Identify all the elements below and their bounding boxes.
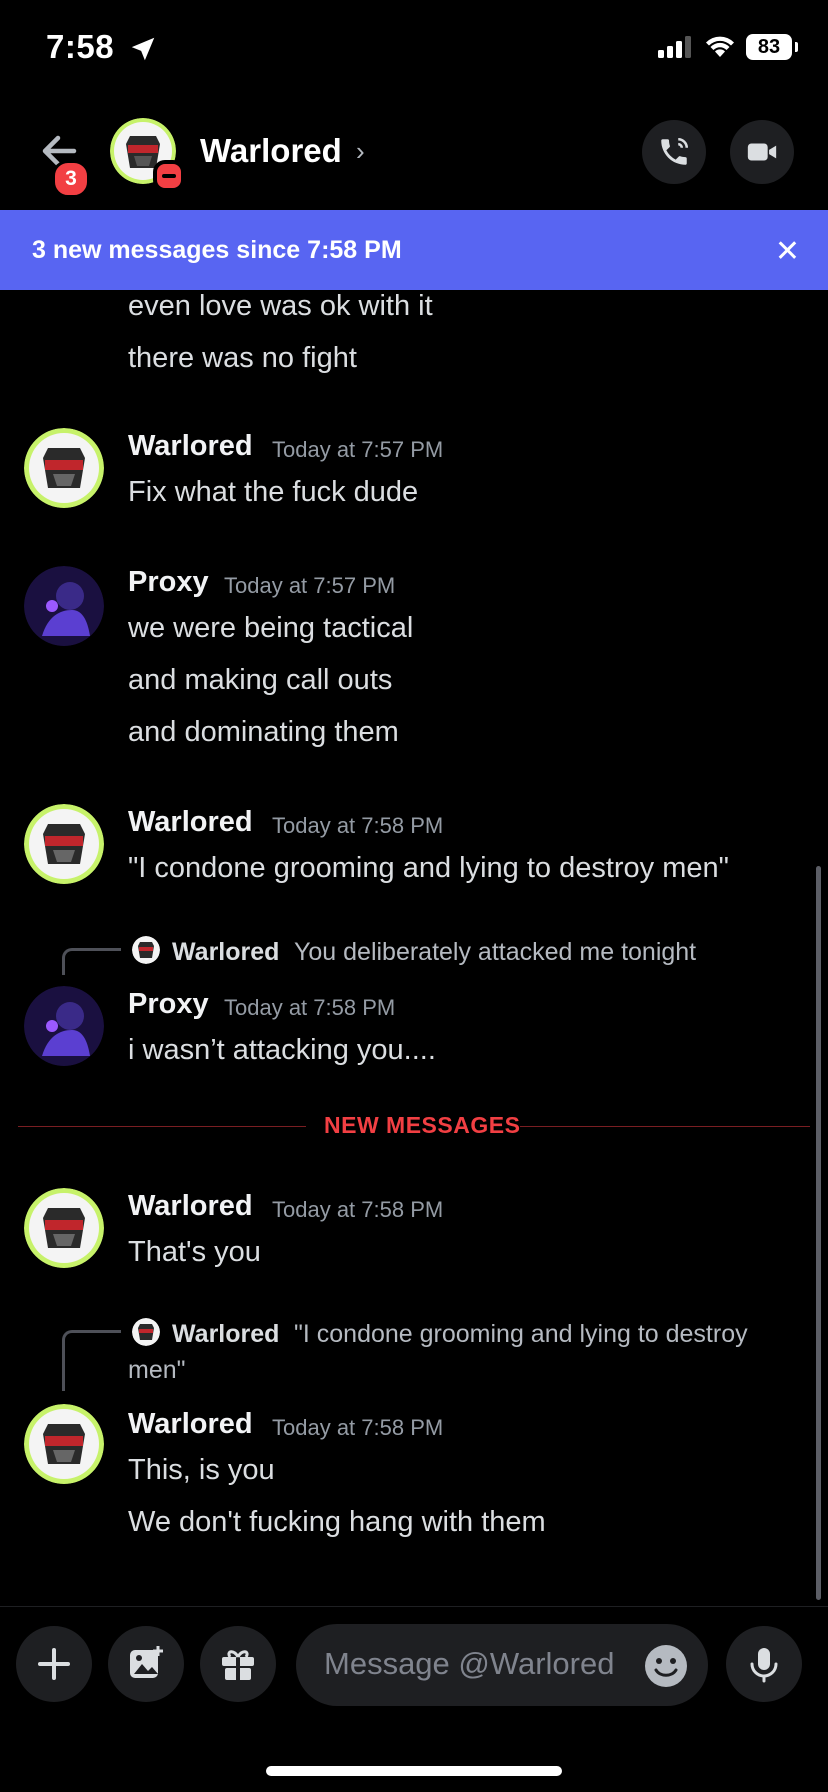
avatar[interactable] bbox=[24, 986, 104, 1066]
message-author[interactable]: Warlored bbox=[128, 430, 253, 463]
new-messages-divider bbox=[520, 1126, 810, 1127]
new-messages-label: NEW MESSAGES bbox=[324, 1112, 521, 1138]
image-icon bbox=[130, 1646, 163, 1678]
battery-indicator: 83 bbox=[746, 34, 798, 60]
message-author[interactable]: Proxy bbox=[128, 988, 209, 1021]
add-button[interactable] bbox=[16, 1626, 92, 1702]
message-timestamp: Today at 7:58 PM bbox=[224, 995, 396, 1020]
message-timestamp: Today at 7:57 PM bbox=[272, 437, 444, 462]
message-line: even love was ok with it bbox=[128, 290, 433, 322]
reply-connector bbox=[62, 1330, 121, 1391]
message-author[interactable]: Proxy bbox=[128, 566, 209, 599]
reply-preview-continued[interactable]: men" bbox=[128, 1356, 186, 1385]
reply-avatar bbox=[132, 1318, 160, 1346]
reply-avatar bbox=[132, 936, 160, 964]
media-button[interactable] bbox=[108, 1626, 184, 1702]
message-line: we were being tactical bbox=[128, 612, 414, 644]
reply-connector bbox=[62, 948, 121, 975]
reply-preview[interactable]: "I condone grooming and lying to destroy bbox=[294, 1320, 748, 1349]
message-line: and dominating them bbox=[128, 716, 399, 748]
wifi-icon bbox=[706, 36, 734, 57]
voice-message-button[interactable] bbox=[726, 1626, 802, 1702]
message-author[interactable]: Warlored bbox=[128, 806, 253, 839]
message-timestamp: Today at 7:58 PM bbox=[272, 813, 444, 838]
avatar[interactable] bbox=[24, 428, 104, 508]
message-line: there was no fight bbox=[128, 342, 357, 374]
microphone-icon bbox=[750, 1648, 778, 1683]
avatar[interactable] bbox=[24, 1404, 104, 1484]
status-indicators: 83 bbox=[658, 34, 798, 60]
channel-name[interactable]: Warlored bbox=[200, 132, 342, 170]
gift-button[interactable] bbox=[200, 1626, 276, 1702]
message-timestamp: Today at 7:58 PM bbox=[272, 1415, 444, 1440]
close-icon[interactable]: ✕ bbox=[775, 234, 800, 269]
message-line: That's you bbox=[128, 1236, 261, 1268]
avatar[interactable] bbox=[24, 566, 104, 646]
emoji-icon[interactable] bbox=[644, 1644, 688, 1688]
video-icon bbox=[747, 143, 777, 161]
dnd-status-icon bbox=[153, 160, 185, 192]
home-indicator[interactable] bbox=[266, 1766, 562, 1776]
location-arrow-icon bbox=[131, 37, 155, 61]
avatar[interactable] bbox=[24, 804, 104, 884]
signal-icon bbox=[658, 36, 691, 58]
message-line: We don't fucking hang with them bbox=[128, 1506, 546, 1538]
status-time: 7:58 bbox=[46, 28, 115, 65]
video-call-button[interactable] bbox=[730, 120, 794, 184]
message-timestamp: Today at 7:57 PM bbox=[224, 573, 396, 598]
chevron-right-icon[interactable]: › bbox=[356, 136, 365, 167]
unread-badge: 3 bbox=[52, 160, 90, 198]
message-timestamp: Today at 7:58 PM bbox=[272, 1197, 444, 1222]
gift-icon bbox=[222, 1650, 254, 1680]
message-line: i wasn’t attacking you.... bbox=[128, 1034, 436, 1066]
reply-author[interactable]: Warlored bbox=[172, 938, 279, 967]
message-line: Fix what the fuck dude bbox=[128, 476, 419, 508]
message-author[interactable]: Warlored bbox=[128, 1190, 253, 1223]
new-messages-banner-text: 3 new messages since 7:58 PM bbox=[32, 236, 402, 264]
plus-icon bbox=[38, 1648, 70, 1680]
reply-author[interactable]: Warlored bbox=[172, 1320, 279, 1349]
message-author[interactable]: Warlored bbox=[128, 1408, 253, 1441]
message-line: and making call outs bbox=[128, 664, 393, 696]
message-input-placeholder: Message @Warlored bbox=[324, 1646, 615, 1681]
call-button[interactable] bbox=[642, 120, 706, 184]
scrollbar[interactable] bbox=[816, 866, 821, 1600]
message-line: This, is you bbox=[128, 1454, 275, 1486]
message-line: "I condone grooming and lying to destroy… bbox=[128, 852, 729, 884]
composer-divider bbox=[0, 1606, 828, 1607]
call-icon bbox=[661, 137, 689, 165]
avatar[interactable] bbox=[24, 1188, 104, 1268]
reply-preview[interactable]: You deliberately attacked me tonight bbox=[294, 938, 696, 967]
new-messages-divider bbox=[18, 1126, 306, 1127]
